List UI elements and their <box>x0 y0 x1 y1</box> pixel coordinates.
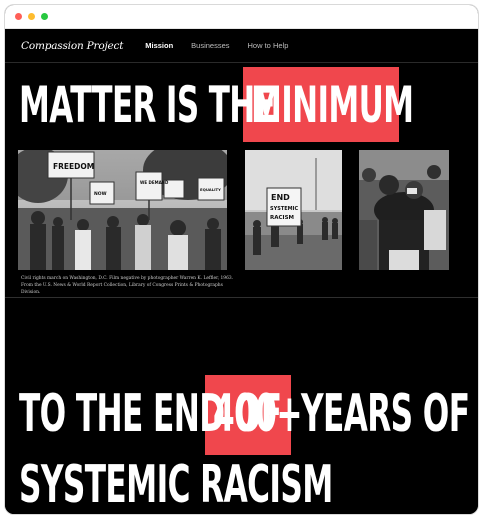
end-line-suffix: YEARS OF <box>301 384 470 444</box>
systemic-racism-line: SYSTEMIC RACISM <box>19 455 333 515</box>
page-content: Compassion Project Mission Businesses Ho… <box>5 29 478 515</box>
maximize-window-icon[interactable] <box>41 13 48 20</box>
march-photo-3 <box>359 150 449 270</box>
nav-link-mission[interactable]: Mission <box>145 41 173 50</box>
sign-systemic: SYSTEMIC <box>270 206 298 212</box>
top-nav: Compassion Project Mission Businesses Ho… <box>5 29 478 63</box>
nav-link-how-to-help[interactable]: How to Help <box>248 41 289 50</box>
sign-racism: RACISM <box>270 215 294 221</box>
site-logo[interactable]: Compassion Project <box>21 40 123 52</box>
sign-freedom: FREEDOM <box>53 162 94 171</box>
march-photo-1: FREEDOM WE DEMAND NOW EQUALITY <box>18 150 227 270</box>
browser-window: Compassion Project Mission Businesses Ho… <box>4 4 479 515</box>
sign-now: NOW <box>94 191 107 197</box>
end-line-suffix-wrap: YEARS OF <box>301 379 478 449</box>
headline-prefix: MATTER IS THE <box>19 76 276 134</box>
headline-highlight: MINIMUM <box>251 76 414 134</box>
end-line-highlight: 400+ <box>213 384 302 444</box>
sign-end: END <box>271 193 290 202</box>
march-photo-2: END SYSTEMIC RACISM <box>245 150 342 270</box>
sign-equality: EQUALITY <box>200 187 221 192</box>
close-window-icon[interactable] <box>15 13 22 20</box>
section-divider <box>5 297 478 298</box>
nav-link-businesses[interactable]: Businesses <box>191 41 229 50</box>
window-titlebar <box>5 5 478 29</box>
photo-caption: Civil rights march on Washington, D.C. F… <box>21 276 234 296</box>
systemic-racism-wrap: SYSTEMIC RACISM <box>19 454 478 515</box>
sign-we-demand: WE DEMAND <box>140 180 169 185</box>
minimize-window-icon[interactable] <box>28 13 35 20</box>
headline-highlight-wrap: MINIMUM <box>251 69 478 141</box>
